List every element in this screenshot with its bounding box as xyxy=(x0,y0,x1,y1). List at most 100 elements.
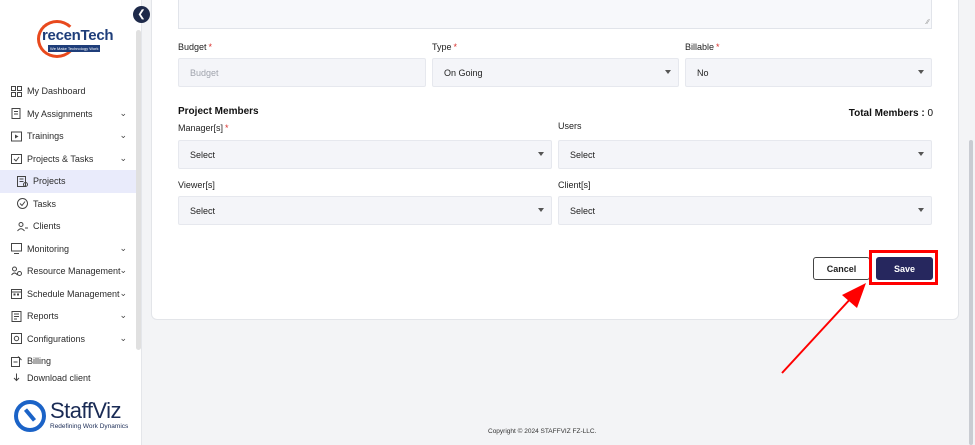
sidebar-item-label: My Assignments xyxy=(27,108,93,119)
required-mark: * xyxy=(208,42,213,52)
chevron-down-icon: ⌄ xyxy=(119,107,127,118)
sidebar-item-my-assignments[interactable]: My Assignments ⌄ xyxy=(0,103,136,126)
sidebar-item-configurations[interactable]: Configurations ⌄ xyxy=(0,328,136,351)
required-mark: * xyxy=(716,42,720,52)
company-logo: recenTech We Make Technology Work xyxy=(37,18,114,60)
company-tagline: We Make Technology Work xyxy=(48,45,101,52)
type-label: Type * xyxy=(432,42,458,52)
sidebar-item-label: Projects & Tasks xyxy=(27,153,94,164)
staffviz-logo: StaffViz Redefining Work Dynamics xyxy=(14,398,139,436)
caret-down-icon xyxy=(918,208,924,212)
chevron-down-icon: ⌄ xyxy=(119,130,127,140)
total-members-count: 0 xyxy=(927,108,933,119)
sidebar-item-label: My Dashboard xyxy=(27,86,86,97)
config-icon xyxy=(10,333,22,345)
sidebar-item-label: Tasks xyxy=(33,198,57,209)
managers-value: Select xyxy=(190,149,216,160)
sidebar-item-label: Reports xyxy=(27,311,59,322)
sidebar-item-clients[interactable]: Clients xyxy=(0,215,136,238)
sidebar-item-label: Resource Management xyxy=(27,266,121,277)
users-value: Select xyxy=(570,149,596,160)
sidebar-item-trainings[interactable]: Trainings ⌄ xyxy=(0,125,136,148)
viewers-select[interactable]: Select xyxy=(178,196,552,225)
sidebar-item-label: Schedule Management xyxy=(27,288,120,299)
clients-select[interactable]: Select xyxy=(558,196,932,225)
viewers-value: Select xyxy=(190,205,216,216)
description-textarea[interactable]: ∕∕ xyxy=(178,0,932,29)
chevron-down-icon: ⌄ xyxy=(119,152,127,163)
caret-down-icon xyxy=(538,152,544,156)
budget-label: Budget * xyxy=(178,42,213,52)
cancel-button[interactable]: Cancel xyxy=(813,257,870,280)
project-list-icon xyxy=(16,175,28,187)
company-word: recenTech xyxy=(42,27,114,44)
check-circle-icon xyxy=(16,198,28,210)
type-value: On Going xyxy=(444,67,483,78)
budget-placeholder: Budget xyxy=(190,67,219,78)
sidebar-item-projects-tasks[interactable]: Projects & Tasks ⌄ xyxy=(0,148,136,171)
total-members: Total Members : 0 xyxy=(848,108,933,119)
required-mark: * xyxy=(225,123,229,133)
sidebar-item-label: Configurations xyxy=(27,333,86,344)
report-icon xyxy=(10,310,22,322)
resize-grip-icon[interactable]: ∕∕ xyxy=(927,19,929,26)
sidebar-collapse-button[interactable]: ❮ xyxy=(133,6,150,23)
sidebar-item-download-client[interactable]: Download client xyxy=(0,373,136,383)
type-select[interactable]: On Going xyxy=(432,58,679,87)
sidebar-item-monitoring[interactable]: Monitoring ⌄ xyxy=(0,238,136,261)
required-mark: * xyxy=(453,42,458,52)
sidebar-item-projects[interactable]: Projects xyxy=(0,170,136,193)
chevron-down-icon: ⌄ xyxy=(119,310,127,320)
chevron-down-icon: ⌄ xyxy=(119,287,127,298)
billable-label: Billable * xyxy=(685,42,720,52)
sidebar-menu: My Dashboard My Assignments ⌄ Trainings … xyxy=(0,80,136,383)
sidebar-item-resource-management[interactable]: Resource Management ⌄ xyxy=(0,260,136,283)
caret-down-icon xyxy=(918,152,924,156)
download-icon xyxy=(10,373,22,383)
sidebar-item-schedule-management[interactable]: Schedule Management ⌄ xyxy=(0,283,136,306)
clients-label: Client[s] xyxy=(558,180,591,190)
product-slogan: Redefining Work Dynamics xyxy=(50,423,129,430)
projects-icon xyxy=(10,153,22,165)
chevron-down-icon: ⌄ xyxy=(119,265,127,275)
monitor-icon xyxy=(10,243,22,255)
caret-down-icon xyxy=(538,208,544,212)
play-icon xyxy=(10,130,22,142)
chevron-down-icon: ⌄ xyxy=(119,332,127,343)
sidebar-item-my-dashboard[interactable]: My Dashboard xyxy=(0,80,136,103)
dashboard-icon xyxy=(10,85,22,97)
schedule-icon xyxy=(10,288,22,300)
billing-icon xyxy=(10,355,22,367)
assignment-icon xyxy=(10,108,22,120)
billable-value: No xyxy=(697,67,709,78)
sidebar-item-billing[interactable]: Billing xyxy=(0,350,136,373)
clients-icon xyxy=(16,220,28,232)
project-members-title: Project Members xyxy=(178,106,259,117)
sidebar-scrollbar[interactable] xyxy=(136,30,141,350)
managers-select[interactable]: Select xyxy=(178,140,552,169)
budget-input[interactable]: Budget xyxy=(178,58,426,87)
save-highlight-box xyxy=(869,250,938,285)
sidebar-item-label: Trainings xyxy=(27,131,64,142)
caret-down-icon xyxy=(665,70,671,74)
managers-label: Manager[s] * xyxy=(178,123,229,133)
chevron-down-icon: ⌄ xyxy=(119,242,127,253)
caret-down-icon xyxy=(918,70,924,74)
sidebar-item-label: Projects xyxy=(33,176,66,187)
staffviz-mark-icon xyxy=(14,400,46,432)
users-label: Users xyxy=(558,121,582,131)
clients-value: Select xyxy=(570,205,596,216)
page-scrollbar[interactable] xyxy=(969,140,973,445)
users-select[interactable]: Select xyxy=(558,140,932,169)
sidebar: recenTech We Make Technology Work My Das… xyxy=(0,0,142,445)
product-name: StaffViz xyxy=(50,398,122,423)
footer-copyright: Copyright © 2024 STAFFVIZ FZ-LLC. xyxy=(488,428,597,435)
sidebar-item-label: Clients xyxy=(33,221,61,232)
sidebar-item-label: Download client xyxy=(27,372,91,383)
sidebar-item-label: Monitoring xyxy=(27,243,70,254)
viewers-label: Viewer[s] xyxy=(178,180,215,190)
sidebar-item-tasks[interactable]: Tasks xyxy=(0,193,136,216)
sidebar-item-label: Billing xyxy=(27,356,52,367)
billable-select[interactable]: No xyxy=(685,58,932,87)
sidebar-item-reports[interactable]: Reports ⌄ xyxy=(0,305,136,328)
